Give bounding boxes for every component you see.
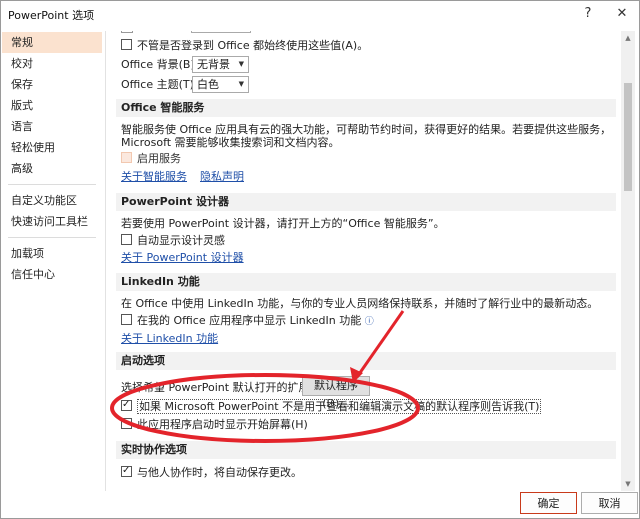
autosave-label: 与他人协作时，将自动保存更改。 <box>137 466 302 479</box>
intelligent-services-description: 智能服务使 Office 应用具有云的强大功能，可帮助节约时间，获得更好的结果。… <box>121 123 612 149</box>
autosave-checkbox[interactable] <box>121 464 132 478</box>
ok-button[interactable]: 确定 <box>520 492 577 514</box>
sidebar-item-language[interactable]: 语言 <box>2 116 102 137</box>
section-header-coauthoring: 实时协作选项 <box>116 441 616 459</box>
sidebar-item-accessibility[interactable]: 轻松使用 <box>2 137 102 158</box>
scrollbar-thumb[interactable] <box>624 83 632 191</box>
show-start-screen-label: 此应用程序启动时显示开始屏幕(H) <box>137 418 308 431</box>
help-icon[interactable]: ? <box>579 5 597 23</box>
sidebar-item-quick-access-toolbar[interactable]: 快速访问工具栏 <box>2 211 102 232</box>
office-background-select[interactable]: 无背景 ▼ <box>192 56 249 73</box>
cancel-button[interactable]: 取消 <box>581 492 638 514</box>
vertical-scrollbar[interactable]: ▲ ▼ <box>621 31 635 491</box>
about-intelligent-services-link[interactable]: 关于智能服务 <box>121 170 187 183</box>
sidebar-item-advanced[interactable]: 高级 <box>2 158 102 179</box>
enable-services-row: 启用服务 <box>121 152 181 166</box>
sidebar-divider <box>8 237 96 238</box>
about-designer-link: 关于 PowerPoint 设计器 <box>121 251 244 265</box>
info-icon[interactable]: ⓘ <box>365 317 374 327</box>
not-default-program-checkbox[interactable] <box>121 398 132 412</box>
office-background-value: 无背景 <box>197 58 230 71</box>
sidebar-item-proofing[interactable]: 校对 <box>2 53 102 74</box>
office-theme-value: 白色 <box>197 78 219 91</box>
chevron-down-icon: ▼ <box>238 80 244 88</box>
auto-show-design-ideas-checkbox[interactable] <box>121 234 132 245</box>
about-linkedin-link-text[interactable]: 关于 LinkedIn 功能 <box>121 332 218 345</box>
show-linkedin-checkbox[interactable] <box>121 314 132 325</box>
sidebar-item-general[interactable]: 常规 <box>2 32 102 53</box>
office-background-label: Office 背景(B): <box>121 58 199 71</box>
show-linkedin-row[interactable]: 在我的 Office 应用程序中显示 LinkedIn 功能 ⓘ <box>121 314 374 329</box>
sidebar-item-add-ins[interactable]: 加载项 <box>2 243 102 264</box>
options-dialog: PowerPoint 选项 ? ✕ 常规 校对 保存 版式 语言 轻松使用 高级… <box>0 0 640 519</box>
auto-show-design-ideas-label: 自动显示设计灵感 <box>137 234 225 247</box>
always-use-values-label: 不管是否登录到 Office 都始终使用这些值(A)。 <box>137 39 369 52</box>
office-theme-select[interactable]: 白色 ▼ <box>192 76 249 93</box>
linkedin-description: 在 Office 中使用 LinkedIn 功能，与你的专业人员网络保持联系，并… <box>121 297 599 310</box>
sidebar-divider <box>8 184 96 185</box>
show-linkedin-label: 在我的 Office 应用程序中显示 LinkedIn 功能 <box>137 314 362 327</box>
not-default-program-label: 如果 Microsoft PowerPoint 不是用于查看和编辑演示文稿的默认… <box>137 399 542 414</box>
not-default-program-row[interactable]: 如果 Microsoft PowerPoint 不是用于查看和编辑演示文稿的默认… <box>121 398 542 414</box>
close-icon[interactable]: ✕ <box>613 5 631 23</box>
title-bar: PowerPoint 选项 ? ✕ <box>1 1 639 27</box>
options-content: 不管是否登录到 Office 都始终使用这些值(A)。 Office 背景(B)… <box>105 31 619 491</box>
enable-services-checkbox[interactable] <box>121 152 132 163</box>
sidebar-item-save[interactable]: 保存 <box>2 74 102 95</box>
sidebar-item-customize-ribbon[interactable]: 自定义功能区 <box>2 190 102 211</box>
enable-services-label: 启用服务 <box>137 152 181 165</box>
section-header-linkedin: LinkedIn 功能 <box>116 273 616 291</box>
chevron-down-icon: ▼ <box>238 60 244 68</box>
show-start-screen-row[interactable]: 此应用程序启动时显示开始屏幕(H) <box>121 418 308 432</box>
scroll-down-arrow-icon[interactable]: ▼ <box>621 477 635 491</box>
about-linkedin-link: 关于 LinkedIn 功能 <box>121 332 218 346</box>
cut-off-dropdown <box>191 31 251 33</box>
sidebar-item-layout[interactable]: 版式 <box>2 95 102 116</box>
always-use-values-checkbox[interactable] <box>121 39 132 50</box>
always-use-values-row[interactable]: 不管是否登录到 Office 都始终使用这些值(A)。 <box>121 39 368 53</box>
sidebar: 常规 校对 保存 版式 语言 轻松使用 高级 自定义功能区 快速访问工具栏 加载… <box>2 32 102 482</box>
privacy-statement-link[interactable]: 隐私声明 <box>200 170 244 183</box>
autosave-row[interactable]: 与他人协作时，将自动保存更改。 <box>121 464 302 480</box>
about-designer-link-text[interactable]: 关于 PowerPoint 设计器 <box>121 251 244 264</box>
sidebar-item-trust-center[interactable]: 信任中心 <box>2 264 102 285</box>
office-theme-label: Office 主题(T): <box>121 78 198 91</box>
section-header-startup: 启动选项 <box>116 352 616 370</box>
cut-off-control <box>121 31 133 33</box>
show-start-screen-checkbox[interactable] <box>121 418 132 429</box>
designer-description: 若要使用 PowerPoint 设计器，请打开上方的“Office 智能服务”。 <box>121 217 445 230</box>
default-programs-button[interactable]: 默认程序(D)... <box>302 376 370 410</box>
scroll-up-arrow-icon[interactable]: ▲ <box>621 31 635 45</box>
intelligent-services-links: 关于智能服务 隐私声明 <box>121 170 244 184</box>
window-title: PowerPoint 选项 <box>8 9 95 22</box>
section-header-designer: PowerPoint 设计器 <box>116 193 616 211</box>
section-header-intelligent-services: Office 智能服务 <box>116 99 616 117</box>
auto-show-design-ideas-row[interactable]: 自动显示设计灵感 <box>121 234 225 248</box>
extensions-label: 选择希望 PowerPoint 默认打开的扩展名: <box>121 381 325 394</box>
